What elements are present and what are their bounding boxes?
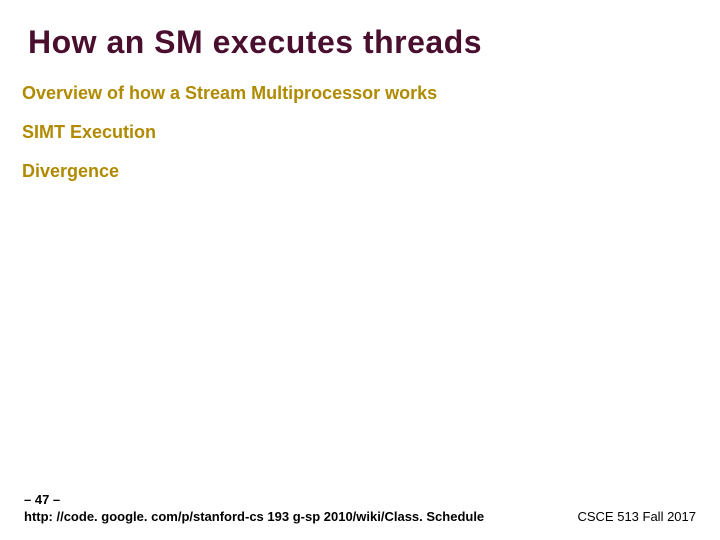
bullet-overview: Overview of how a Stream Multiprocessor … (22, 83, 692, 104)
page-number: – 47 – (24, 491, 696, 509)
source-url: http: //code. google. com/p/stanford-cs … (24, 508, 484, 526)
slide-footer: – 47 – http: //code. google. com/p/stanf… (24, 491, 696, 526)
slide: How an SM executes threads Overview of h… (0, 0, 720, 540)
slide-title: How an SM executes threads (28, 24, 692, 61)
course-label: CSCE 513 Fall 2017 (577, 508, 696, 526)
footer-row: http: //code. google. com/p/stanford-cs … (24, 508, 696, 526)
bullet-divergence: Divergence (22, 161, 692, 182)
bullet-simt: SIMT Execution (22, 122, 692, 143)
